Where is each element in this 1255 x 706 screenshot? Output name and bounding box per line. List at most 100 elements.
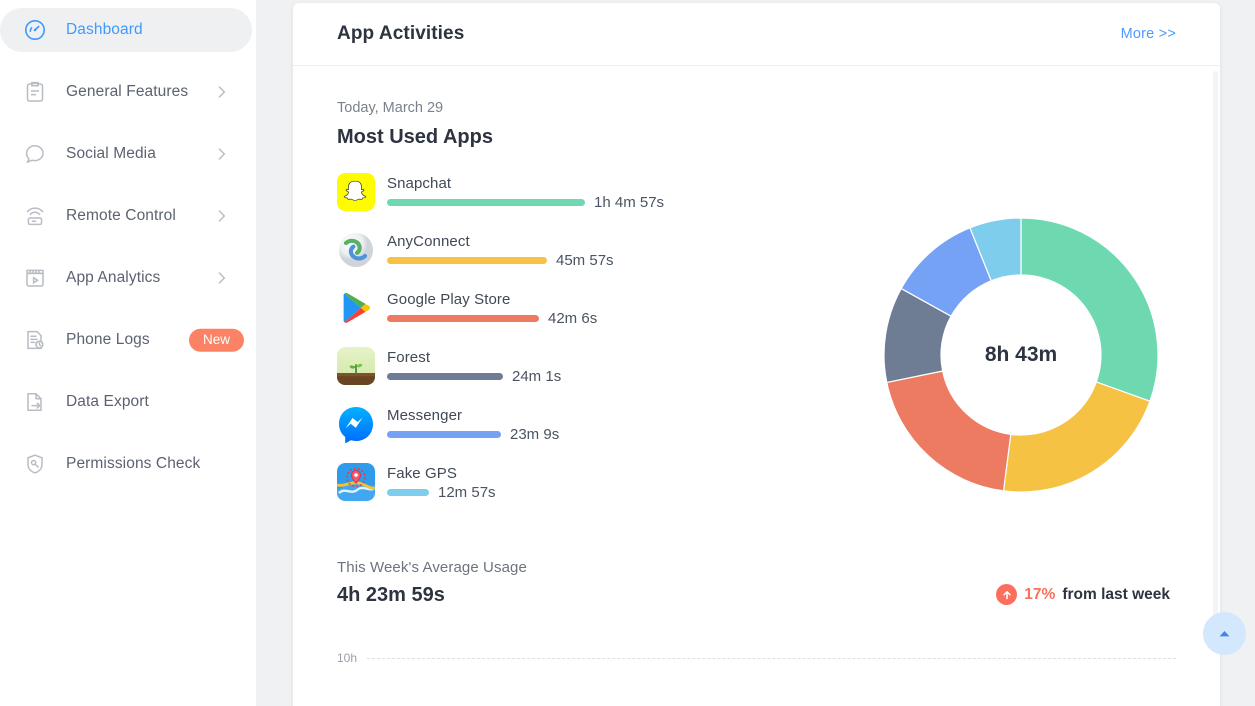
- app-usage-bar: [387, 257, 547, 264]
- snapchat-icon: [337, 173, 375, 211]
- sidebar-item-label: Data Export: [66, 393, 149, 410]
- app-usage-row[interactable]: Snapchat 1h 4m 57s: [337, 163, 897, 221]
- app-usage-time: 42m 6s: [548, 310, 598, 327]
- remote-wifi-icon: [22, 203, 48, 229]
- chevron-right-icon: [213, 84, 230, 101]
- app-usage-time: 23m 9s: [510, 426, 560, 443]
- app-root: Dashboard General Features Social Media …: [0, 0, 1255, 706]
- card-scrollbar[interactable]: [1213, 71, 1218, 631]
- app-usage-row[interactable]: Fake GPS 12m 57s: [337, 453, 897, 511]
- donut-slice[interactable]: [1002, 381, 1151, 493]
- app-activities-card: App Activities More >> Today, March 29 M…: [293, 3, 1220, 706]
- app-usage-bar: [387, 373, 503, 380]
- usage-donut-chart: 8h 43m: [881, 215, 1161, 495]
- export-file-icon: [22, 389, 48, 415]
- trend-text: from last week: [1062, 585, 1170, 603]
- card-header: App Activities More >>: [293, 3, 1220, 66]
- app-name: AnyConnect: [387, 232, 470, 250]
- app-usage-details: Google Play Store 42m 6s: [387, 290, 897, 327]
- more-link[interactable]: More >>: [1121, 26, 1176, 42]
- page-title: App Activities: [337, 23, 465, 44]
- app-usage-time: 24m 1s: [512, 368, 562, 385]
- sidebar-item-label: General Features: [66, 83, 189, 100]
- sidebar-item-remote-control[interactable]: Remote Control: [0, 194, 256, 238]
- anyconnect-icon: [337, 231, 375, 269]
- app-usage-details: Snapchat 1h 4m 57s: [387, 174, 897, 211]
- chat-bubble-icon: [22, 141, 48, 167]
- app-usage-details: AnyConnect 45m 57s: [387, 232, 897, 269]
- sidebar-item-app-analytics[interactable]: App Analytics: [0, 256, 256, 300]
- app-usage-time: 1h 4m 57s: [594, 194, 665, 211]
- google-play-icon: [337, 289, 375, 327]
- app-bar-line: 23m 9s: [387, 426, 897, 443]
- chevron-right-icon: [213, 270, 230, 287]
- trend-percent: 17%: [1024, 585, 1056, 603]
- app-bar-line: 24m 1s: [387, 368, 897, 385]
- axis-row: 10h: [337, 651, 1176, 665]
- forest-icon: [337, 347, 375, 385]
- donut-center-label: 8h 43m: [984, 343, 1058, 366]
- app-usage-bar: [387, 199, 585, 206]
- app-usage-details: Fake GPS 12m 57s: [387, 464, 897, 501]
- app-name: Google Play Store: [387, 290, 511, 308]
- sidebar-item-social-media[interactable]: Social Media: [0, 132, 256, 176]
- week-average-label: This Week's Average Usage: [337, 559, 527, 576]
- usage-chart-axis: 10h: [337, 651, 1176, 706]
- app-name: Forest: [387, 348, 431, 366]
- app-bar-line: 45m 57s: [387, 252, 897, 269]
- app-usage-row[interactable]: AnyConnect 45m 57s: [337, 221, 897, 279]
- sidebar-item-label: Permissions Check: [66, 455, 201, 472]
- app-usage-details: Messenger 23m 9s: [387, 406, 897, 443]
- sidebar-item-data-export[interactable]: Data Export: [0, 380, 256, 424]
- sidebar-item-label: Remote Control: [66, 207, 176, 224]
- sidebar-item-label: Social Media: [66, 145, 156, 162]
- arrow-up-icon: [996, 584, 1018, 605]
- sidebar: Dashboard General Features Social Media …: [0, 0, 256, 706]
- app-bar-line: 42m 6s: [387, 310, 897, 327]
- sidebar-item-general-features[interactable]: General Features: [0, 70, 256, 114]
- card-body: Today, March 29 Most Used Apps Snapchat 1…: [293, 100, 1220, 706]
- messenger-icon: [337, 405, 375, 443]
- axis-tick-label: 10h: [337, 651, 358, 665]
- date-label: Today, March 29: [337, 100, 444, 116]
- scroll-to-top-button[interactable]: [1203, 612, 1246, 655]
- donut-slice[interactable]: [886, 370, 1012, 492]
- app-name: Fake GPS: [387, 464, 457, 482]
- sidebar-item-dashboard[interactable]: Dashboard: [0, 8, 252, 52]
- sidebar-item-label: App Analytics: [66, 269, 161, 286]
- clapperboard-icon: [22, 265, 48, 291]
- trend-indicator: 17% from last week: [996, 584, 1170, 607]
- log-clock-icon: [22, 327, 48, 353]
- chevron-right-icon: [213, 146, 230, 163]
- app-name: Snapchat: [387, 174, 452, 192]
- week-average-value: 4h 23m 59s: [337, 584, 445, 606]
- most-used-apps-list: Snapchat 1h 4m 57s AnyConnect 45m 57s Google…: [337, 163, 897, 511]
- week-average-block: This Week's Average Usage 4h 23m 59s: [337, 559, 527, 607]
- app-usage-bar: [387, 315, 539, 322]
- sidebar-item-label: Phone Logs: [66, 331, 150, 348]
- axis-gridline: [367, 657, 1176, 659]
- app-bar-line: 1h 4m 57s: [387, 194, 897, 211]
- app-bar-line: 12m 57s: [387, 484, 897, 501]
- app-usage-time: 12m 57s: [438, 484, 496, 501]
- fake-gps-icon: [337, 463, 375, 501]
- status-badge: New: [188, 328, 244, 352]
- chevron-right-icon: [213, 208, 230, 225]
- speedometer-icon: [22, 17, 48, 43]
- sidebar-item-phone-logs[interactable]: Phone Logs New: [0, 318, 256, 362]
- clipboard-icon: [22, 79, 48, 105]
- app-usage-bar: [387, 489, 429, 496]
- section-title: Most Used Apps: [337, 126, 493, 148]
- app-name: Messenger: [387, 406, 463, 424]
- app-usage-time: 45m 57s: [556, 252, 614, 269]
- app-usage-row[interactable]: Messenger 23m 9s: [337, 395, 897, 453]
- app-usage-bar: [387, 431, 501, 438]
- card-scrollbar-thumb[interactable]: [1213, 71, 1218, 501]
- chevron-up-icon: [1219, 631, 1230, 637]
- donut-slice[interactable]: [1020, 217, 1159, 402]
- sidebar-item-permissions-check[interactable]: Permissions Check: [0, 442, 256, 486]
- app-usage-row[interactable]: Google Play Store 42m 6s: [337, 279, 897, 337]
- app-usage-row[interactable]: Forest 24m 1s: [337, 337, 897, 395]
- shield-key-icon: [22, 451, 48, 477]
- sidebar-item-label: Dashboard: [66, 21, 143, 38]
